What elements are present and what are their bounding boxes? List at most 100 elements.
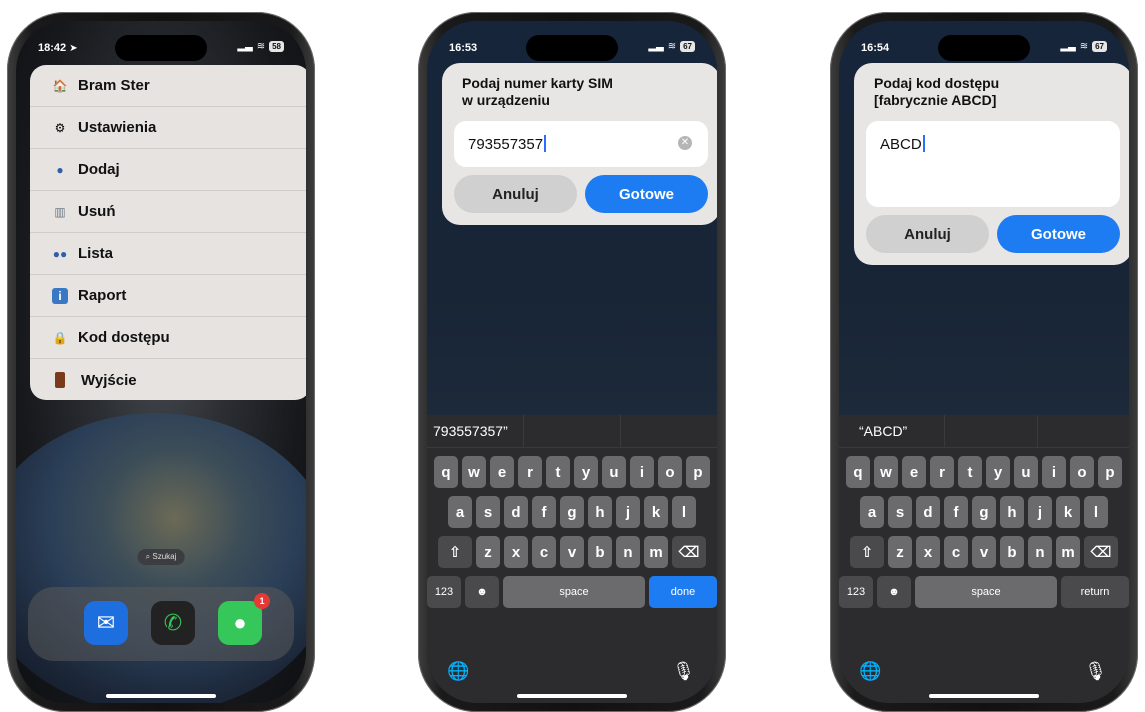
key-j[interactable]: j — [1028, 496, 1052, 528]
suggestion-item[interactable] — [945, 415, 1038, 447]
key-s[interactable]: s — [888, 496, 912, 528]
suggestion-item[interactable] — [621, 415, 717, 447]
suggestion-item[interactable]: “ABCD” — [839, 415, 946, 447]
key-row-2: a s d f g h j k l — [427, 496, 717, 528]
key-j[interactable]: j — [616, 496, 640, 528]
globe-icon[interactable]: 🌐 — [447, 661, 469, 682]
sim-number-input[interactable]: 793557357 ✕ — [454, 121, 708, 167]
suggestion-item[interactable] — [1038, 415, 1129, 447]
microphone-icon[interactable]: 🎙 — [1084, 661, 1107, 682]
key-c[interactable]: c — [944, 536, 968, 568]
key-y[interactable]: y — [986, 456, 1010, 488]
key-z[interactable]: z — [476, 536, 500, 568]
key-g[interactable]: g — [972, 496, 996, 528]
key-s[interactable]: s — [476, 496, 500, 528]
key-h[interactable]: h — [1000, 496, 1024, 528]
done-key[interactable]: done — [649, 576, 717, 608]
key-t[interactable]: t — [958, 456, 982, 488]
key-a[interactable]: a — [448, 496, 472, 528]
person-icon: ● — [56, 162, 64, 177]
key-u[interactable]: u — [602, 456, 626, 488]
numbers-key[interactable]: 123 — [427, 576, 461, 608]
key-k[interactable]: k — [644, 496, 668, 528]
menu-item-wyjscie[interactable]: Wyjście — [30, 359, 306, 400]
backspace-key[interactable]: ⌫ — [672, 536, 706, 568]
key-i[interactable]: i — [630, 456, 654, 488]
phone-app-icon[interactable]: ✆ — [151, 601, 195, 645]
key-p[interactable]: p — [686, 456, 710, 488]
key-d[interactable]: d — [504, 496, 528, 528]
status-icons: ▂▃ ≋ 58 — [237, 41, 284, 52]
dialog-title: Podaj numer karty SIM w urządzeniu — [462, 75, 613, 108]
return-key[interactable]: return — [1061, 576, 1129, 608]
key-v[interactable]: v — [560, 536, 584, 568]
globe-icon[interactable]: 🌐 — [859, 661, 881, 682]
search-icon: ⌕ — [145, 552, 151, 561]
done-button[interactable]: Gotowe — [997, 215, 1120, 253]
key-a[interactable]: a — [860, 496, 884, 528]
shift-key[interactable]: ⇧ — [850, 536, 884, 568]
key-o[interactable]: o — [658, 456, 682, 488]
key-x[interactable]: x — [916, 536, 940, 568]
key-w[interactable]: w — [874, 456, 898, 488]
clear-icon[interactable]: ✕ — [678, 136, 692, 150]
messages-app-icon[interactable]: ● 1 — [218, 593, 270, 645]
menu-item-raport[interactable]: i Raport — [30, 275, 306, 317]
key-n[interactable]: n — [1028, 536, 1052, 568]
key-f[interactable]: f — [532, 496, 556, 528]
menu-item-bram-ster[interactable]: 🏠 Bram Ster — [30, 65, 306, 107]
key-z[interactable]: z — [888, 536, 912, 568]
key-d[interactable]: d — [916, 496, 940, 528]
shift-key[interactable]: ⇧ — [438, 536, 472, 568]
menu-item-usun[interactable]: ▥ Usuń — [30, 191, 306, 233]
space-key[interactable]: space — [503, 576, 645, 608]
menu-item-ustawienia[interactable]: ⚙ Ustawienia — [30, 107, 306, 149]
dialog-buttons: Anuluj Gotowe — [866, 215, 1120, 253]
key-t[interactable]: t — [546, 456, 570, 488]
key-m[interactable]: m — [1056, 536, 1080, 568]
key-r[interactable]: r — [930, 456, 954, 488]
key-q[interactable]: q — [434, 456, 458, 488]
key-b[interactable]: b — [588, 536, 612, 568]
key-y[interactable]: y — [574, 456, 598, 488]
key-k[interactable]: k — [1056, 496, 1080, 528]
suggestion-item[interactable] — [524, 415, 621, 447]
key-x[interactable]: x — [504, 536, 528, 568]
passcode-input[interactable]: ABCD — [866, 121, 1120, 207]
key-n[interactable]: n — [616, 536, 640, 568]
suggestion-item[interactable]: 793557357” — [427, 415, 524, 447]
key-u[interactable]: u — [1014, 456, 1038, 488]
key-i[interactable]: i — [1042, 456, 1066, 488]
emoji-key[interactable]: ☻ — [877, 576, 911, 608]
done-button[interactable]: Gotowe — [585, 175, 708, 213]
mail-app-icon[interactable]: ✉ — [84, 601, 128, 645]
key-e[interactable]: e — [902, 456, 926, 488]
menu-item-dodaj[interactable]: ● Dodaj — [30, 149, 306, 191]
key-w[interactable]: w — [462, 456, 486, 488]
key-h[interactable]: h — [588, 496, 612, 528]
key-l[interactable]: l — [1084, 496, 1108, 528]
key-q[interactable]: q — [846, 456, 870, 488]
key-m[interactable]: m — [644, 536, 668, 568]
key-b[interactable]: b — [1000, 536, 1024, 568]
backspace-key[interactable]: ⌫ — [1084, 536, 1118, 568]
key-p[interactable]: p — [1098, 456, 1122, 488]
key-v[interactable]: v — [972, 536, 996, 568]
menu-item-lista[interactable]: ●● Lista — [30, 233, 306, 275]
key-g[interactable]: g — [560, 496, 584, 528]
key-f[interactable]: f — [944, 496, 968, 528]
microphone-icon[interactable]: 🎙 — [672, 661, 695, 682]
key-r[interactable]: r — [518, 456, 542, 488]
search-pill[interactable]: ⌕ Szukaj — [137, 549, 185, 565]
key-c[interactable]: c — [532, 536, 556, 568]
space-key[interactable]: space — [915, 576, 1057, 608]
menu-item-kod-dostepu[interactable]: 🔒 Kod dostępu — [30, 317, 306, 359]
key-l[interactable]: l — [672, 496, 696, 528]
emoji-key[interactable]: ☻ — [465, 576, 499, 608]
key-e[interactable]: e — [490, 456, 514, 488]
numbers-key[interactable]: 123 — [839, 576, 873, 608]
cancel-button[interactable]: Anuluj — [454, 175, 577, 213]
key-o[interactable]: o — [1070, 456, 1094, 488]
dialog-screen: 16:53 ▂▃ ≋ 67 Podaj numer karty SIM w ur… — [427, 21, 717, 703]
cancel-button[interactable]: Anuluj — [866, 215, 989, 253]
